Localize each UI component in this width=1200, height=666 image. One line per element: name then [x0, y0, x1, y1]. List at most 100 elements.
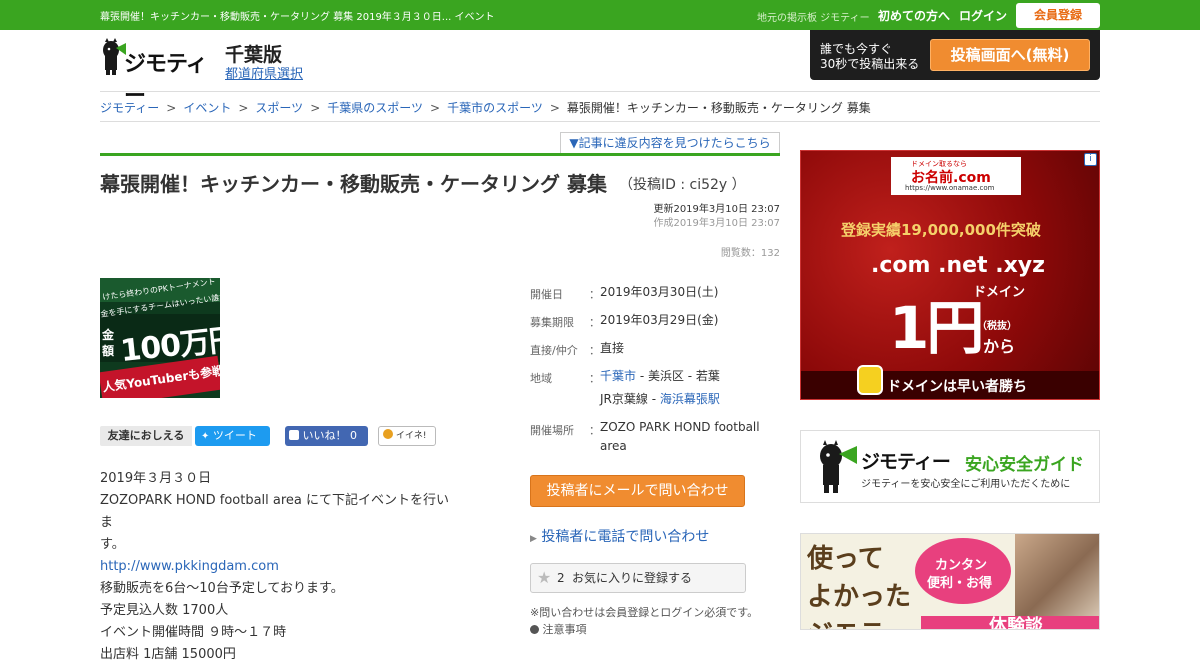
area-station: JR京葉線 - 海浜幕張駅 — [600, 390, 720, 409]
ad3-line1: 使って — [807, 544, 884, 574]
phone-contact-link[interactable]: ▶ 投稿者に電話で問い合わせ — [530, 526, 709, 546]
area-rest: - 美浜区 - 若葉 — [636, 369, 720, 383]
like-label: いいね！ 0 — [302, 429, 358, 442]
like-button[interactable]: いいね！ 0 — [285, 426, 368, 446]
triangle-right-icon: ▶ — [530, 534, 537, 544]
guide-brand: ジモティー — [861, 451, 951, 473]
ad-slogan: ドメインは早い者勝ち — [887, 379, 1027, 395]
favorite-count: 2 — [557, 571, 565, 585]
mail-contact-button[interactable]: 投稿者にメールで問い合わせ — [530, 475, 745, 507]
breadcrumb-jmty[interactable]: ジモティー — [100, 101, 159, 115]
ad-domains: .com .net .xyz — [871, 253, 1045, 278]
caution-link[interactable]: 注意事項 — [530, 621, 587, 637]
page-title: 幕張開催！キッチンカー・移動販売・ケータリング 募集 — [100, 172, 607, 196]
area-dash: - — [647, 392, 660, 406]
phone-contact-label: 投稿者に電話で問い合わせ — [541, 529, 710, 545]
type-label: 直接/仲介 — [530, 344, 578, 357]
area-station-link[interactable]: 海浜幕張駅 — [660, 392, 720, 406]
first-time-link[interactable]: 初めての方へ — [878, 7, 950, 24]
breadcrumb-sep: > — [238, 101, 249, 115]
ad-from: から — [983, 337, 1016, 356]
updated-date: 更新2019年3月10日 23:07 — [653, 204, 780, 215]
detail-colon: ： — [589, 288, 600, 301]
mascot-icon — [820, 440, 857, 493]
title-rule — [100, 153, 780, 156]
breadcrumb-sports[interactable]: スポーツ — [255, 101, 303, 115]
thumb-text-4: 額 — [102, 344, 115, 358]
iine-label: イイネ! — [395, 431, 427, 441]
ad-info-icon[interactable]: i — [1084, 153, 1097, 166]
detail-colon: ： — [589, 316, 600, 329]
deadline-label: 募集期限 — [530, 316, 574, 329]
share-label: 友達におしえる — [100, 426, 192, 446]
breadcrumb-chiba-pref-sports[interactable]: 千葉県のスポーツ — [327, 101, 423, 115]
experience-banner[interactable]: 使って よかった ジモテ カンタン 便利・お得 体験談 — [800, 533, 1100, 630]
area-line: JR京葉線 — [600, 392, 648, 406]
jmty-logo[interactable]: ジモティー — [100, 38, 225, 109]
header-divider — [100, 91, 1100, 92]
breadcrumb: ジモティー > イベント > スポーツ > 千葉県のスポーツ > 千葉市のスポーツ > 幕張開催！キ… — [100, 99, 871, 116]
prefecture-select-link[interactable]: 都道府県選択 — [225, 63, 303, 82]
area-label: 地域 — [530, 372, 552, 385]
cta-line2: 30秒で投稿出来る — [820, 57, 920, 71]
guide-title: 安心安全ガイド — [965, 455, 1084, 475]
body-line: イベント開催時間 ９時〜１７時 — [100, 625, 287, 640]
venue-value-2: area — [600, 439, 627, 453]
favorite-label: お気に入りに登録する — [572, 571, 693, 585]
favorite-button[interactable]: ★ 2 お気に入りに登録する — [530, 563, 746, 593]
created-date: 作成2019年3月10日 23:07 — [653, 218, 780, 229]
post-id: （投稿ID : ci52y ） — [619, 177, 746, 193]
iine-button[interactable]: イイネ! — [378, 426, 436, 446]
detail-colon: ： — [589, 372, 600, 385]
breadcrumb-event[interactable]: イベント — [183, 101, 231, 115]
report-violation-link[interactable]: ▼記事に違反内容を見つけたらこちら — [560, 132, 780, 154]
body-url-link[interactable]: http://www.pkkingdam.com — [100, 559, 279, 574]
ad3-bubble-text2: 便利・お得 — [927, 576, 993, 591]
ad3-bubble-text1: カンタン — [935, 558, 988, 573]
detail-colon: ： — [589, 344, 600, 357]
thumbs-up-icon — [289, 430, 299, 440]
ad-url: https://www.onamae.com — [905, 184, 995, 192]
tweet-label: ツイート — [212, 429, 257, 442]
page-tagline: 幕張開催！キッチンカー・移動販売・ケータリング 募集 2019年３月３０日...… — [100, 12, 495, 23]
venue-label: 開催場所 — [530, 424, 574, 437]
detail-colon: ： — [589, 424, 600, 437]
thumb-text-3: 金 — [102, 328, 115, 342]
breadcrumb-chiba-city-sports[interactable]: 千葉市のスポーツ — [447, 101, 543, 115]
register-button[interactable]: 会員登録 — [1016, 3, 1100, 28]
breadcrumb-current: 幕張開催！キッチンカー・移動販売・ケータリング 募集 — [566, 101, 871, 115]
post-image[interactable]: けたら終わりのPKトーナメント 金を手にするチームはいったい誰だ 金 額 100… — [100, 278, 220, 398]
type-value: 直接 — [600, 341, 625, 355]
breadcrumb-sep: > — [166, 101, 177, 115]
area-city-link[interactable]: 千葉市 — [600, 369, 636, 383]
contact-note: ※問い合わせは会員登録とログイン必須です。 — [530, 606, 759, 619]
breadcrumb-sep: > — [549, 101, 560, 115]
deadline-value: 2019年03月29日(金) — [600, 313, 719, 327]
login-link[interactable]: ログイン — [959, 7, 1007, 24]
iine-icon — [383, 429, 393, 439]
safety-guide-banner[interactable]: ジモティー 安心安全ガイド ジモティーを安心安全にご利用いただくために — [800, 430, 1100, 503]
breadcrumb-sep: > — [430, 101, 441, 115]
body-line: 出店料 1店舗 15000円 — [100, 647, 236, 662]
date-value: 2019年03月30日(土) — [600, 285, 719, 299]
body-line: 2019年３月３０日 — [100, 471, 212, 486]
tweet-button[interactable]: ✦ ツイート — [195, 426, 270, 446]
post-body: 2019年３月３０日 ZOZOPARK HOND football area に… — [100, 468, 460, 666]
post-button[interactable]: 投稿画面へ(無料) — [930, 39, 1090, 71]
thumbs-up-icon — [857, 365, 883, 395]
bird-icon: ✦ — [201, 431, 210, 442]
top-bar: 幕張開催！キッチンカー・移動販売・ケータリング 募集 2019年３月３０日...… — [0, 0, 1200, 30]
view-count: 閲覧数：132 — [720, 248, 780, 259]
board-label: 地元の掲示板 ジモティー — [757, 13, 870, 24]
body-line: 予定見込人数 1700人 — [100, 603, 229, 618]
area-value: 千葉市 - 美浜区 - 若葉 — [600, 367, 720, 386]
post-cta-banner: 誰でも今すぐ 30秒で投稿出来る 投稿画面へ(無料) — [810, 30, 1100, 80]
ad-banner-onamae[interactable]: ドメイン取るなら お名前.com https://www.onamae.com … — [800, 150, 1100, 400]
date-label: 開催日 — [530, 288, 563, 301]
ad-price: 1円 — [889, 294, 984, 362]
ad3-line3: ジモテ — [807, 614, 885, 629]
breadcrumb-divider — [100, 121, 1100, 122]
ad-record: 登録実績19,000,000件突破 — [841, 221, 1041, 239]
body-line: ZOZOPARK HOND football area にて下記イベントを行いま — [100, 493, 450, 530]
star-icon: ★ — [537, 568, 552, 587]
